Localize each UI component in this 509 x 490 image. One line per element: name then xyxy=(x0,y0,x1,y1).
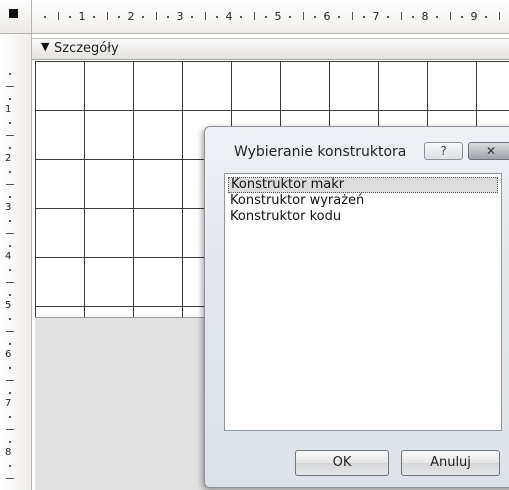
ruler-dot xyxy=(313,16,316,18)
ruler-tick xyxy=(6,379,14,381)
ruler-tick xyxy=(498,12,500,20)
ruler-tick xyxy=(6,428,14,430)
ruler-dot xyxy=(68,16,71,18)
vertical-ruler[interactable]: 1 2 3 4 5 6 7 8 xyxy=(0,34,32,490)
ruler-tick xyxy=(253,12,255,20)
ruler-dot xyxy=(44,16,47,18)
ruler-dot xyxy=(9,293,11,296)
ruler-dot xyxy=(9,416,11,419)
ruler-dot xyxy=(215,16,218,18)
list-item-macro-builder[interactable]: Konstruktor makr xyxy=(228,177,498,193)
ruler-label: 6 xyxy=(5,349,12,360)
ruler-dot xyxy=(9,122,11,125)
ruler-dot xyxy=(460,16,463,18)
ruler-dot xyxy=(9,171,11,174)
ruler-dot xyxy=(240,16,243,18)
ruler-label: 7 xyxy=(5,398,12,409)
ruler-dot xyxy=(9,440,11,443)
ruler-label: 4 xyxy=(5,251,12,262)
ruler-tick xyxy=(6,477,14,479)
ruler-label: 1 xyxy=(5,104,12,115)
ruler-label: 5 xyxy=(5,300,12,311)
ruler-tick xyxy=(6,330,14,332)
horizontal-ruler[interactable]: 1 2 3 4 5 6 7 8 9 xyxy=(32,0,509,34)
ruler-label: 1 xyxy=(78,10,86,23)
ruler-dot xyxy=(485,16,488,18)
ruler-tick xyxy=(6,232,14,234)
ruler-label: 2 xyxy=(127,10,135,23)
ruler-tick xyxy=(449,12,451,20)
ruler-dot xyxy=(191,16,194,18)
ruler-dot xyxy=(9,146,11,149)
select-all-marker-icon xyxy=(9,9,18,18)
ruler-label: 3 xyxy=(5,202,12,213)
ruler-dot xyxy=(9,465,11,468)
section-header-details[interactable]: ▼ Szczegóły xyxy=(32,38,509,60)
section-label: Szczegóły xyxy=(54,41,119,56)
section-arrow-icon: ▼ xyxy=(41,40,50,53)
ruler-dot xyxy=(387,16,390,18)
ruler-dot xyxy=(9,269,11,272)
ruler-label: 8 xyxy=(5,447,12,458)
ruler-label: 4 xyxy=(225,10,233,23)
ruler-dot xyxy=(9,195,11,198)
ruler-dot xyxy=(166,16,169,18)
ruler-dot xyxy=(264,16,267,18)
ruler-tick xyxy=(6,134,14,136)
dialog-title: Wybieranie konstruktora xyxy=(234,144,407,160)
ruler-dot xyxy=(9,97,11,100)
ruler-tick xyxy=(6,85,14,87)
ruler-tick xyxy=(57,12,59,20)
ruler-dot xyxy=(93,16,96,18)
ruler-tick xyxy=(204,12,206,20)
cancel-button[interactable]: Anuluj xyxy=(401,450,500,476)
ruler-tick xyxy=(351,12,353,20)
ok-button[interactable]: OK xyxy=(295,450,389,476)
ruler-dot xyxy=(9,220,11,223)
ruler-tick xyxy=(106,12,108,20)
builder-listbox[interactable]: Konstruktor makr Konstruktor wyrażeń Kon… xyxy=(224,173,502,431)
ruler-label: 3 xyxy=(176,10,184,23)
ruler-dot xyxy=(362,16,365,18)
ruler-dot xyxy=(411,16,414,18)
ruler-label: 7 xyxy=(372,10,380,23)
ruler-dot xyxy=(9,342,11,345)
ruler-label: 5 xyxy=(274,10,282,23)
ruler-tick xyxy=(6,281,14,283)
ruler-tick xyxy=(155,12,157,20)
ruler-dot xyxy=(289,16,292,18)
ruler-tick xyxy=(302,12,304,20)
list-item-expression-builder[interactable]: Konstruktor wyrażeń xyxy=(228,193,498,209)
ruler-dot xyxy=(9,318,11,321)
ruler-dot xyxy=(9,73,11,76)
ruler-dot xyxy=(9,367,11,370)
ruler-label: 9 xyxy=(470,10,478,23)
ruler-tick xyxy=(6,183,14,185)
choose-builder-dialog: Wybieranie konstruktora ? ✕ Konstruktor … xyxy=(204,126,509,488)
ruler-label: 8 xyxy=(421,10,429,23)
ruler-dot xyxy=(117,16,120,18)
ruler-label: 6 xyxy=(323,10,331,23)
ruler-tick xyxy=(400,12,402,20)
list-item-code-builder[interactable]: Konstruktor kodu xyxy=(228,209,498,225)
close-button[interactable]: ✕ xyxy=(468,142,509,160)
ruler-label: 2 xyxy=(5,153,12,164)
ruler-dot xyxy=(338,16,341,18)
ruler-dot xyxy=(9,244,11,247)
help-button[interactable]: ? xyxy=(424,142,463,160)
ruler-dot xyxy=(436,16,439,18)
ruler-dot xyxy=(9,391,11,394)
ruler-corner-select[interactable] xyxy=(0,0,32,34)
ruler-dot xyxy=(142,16,145,18)
